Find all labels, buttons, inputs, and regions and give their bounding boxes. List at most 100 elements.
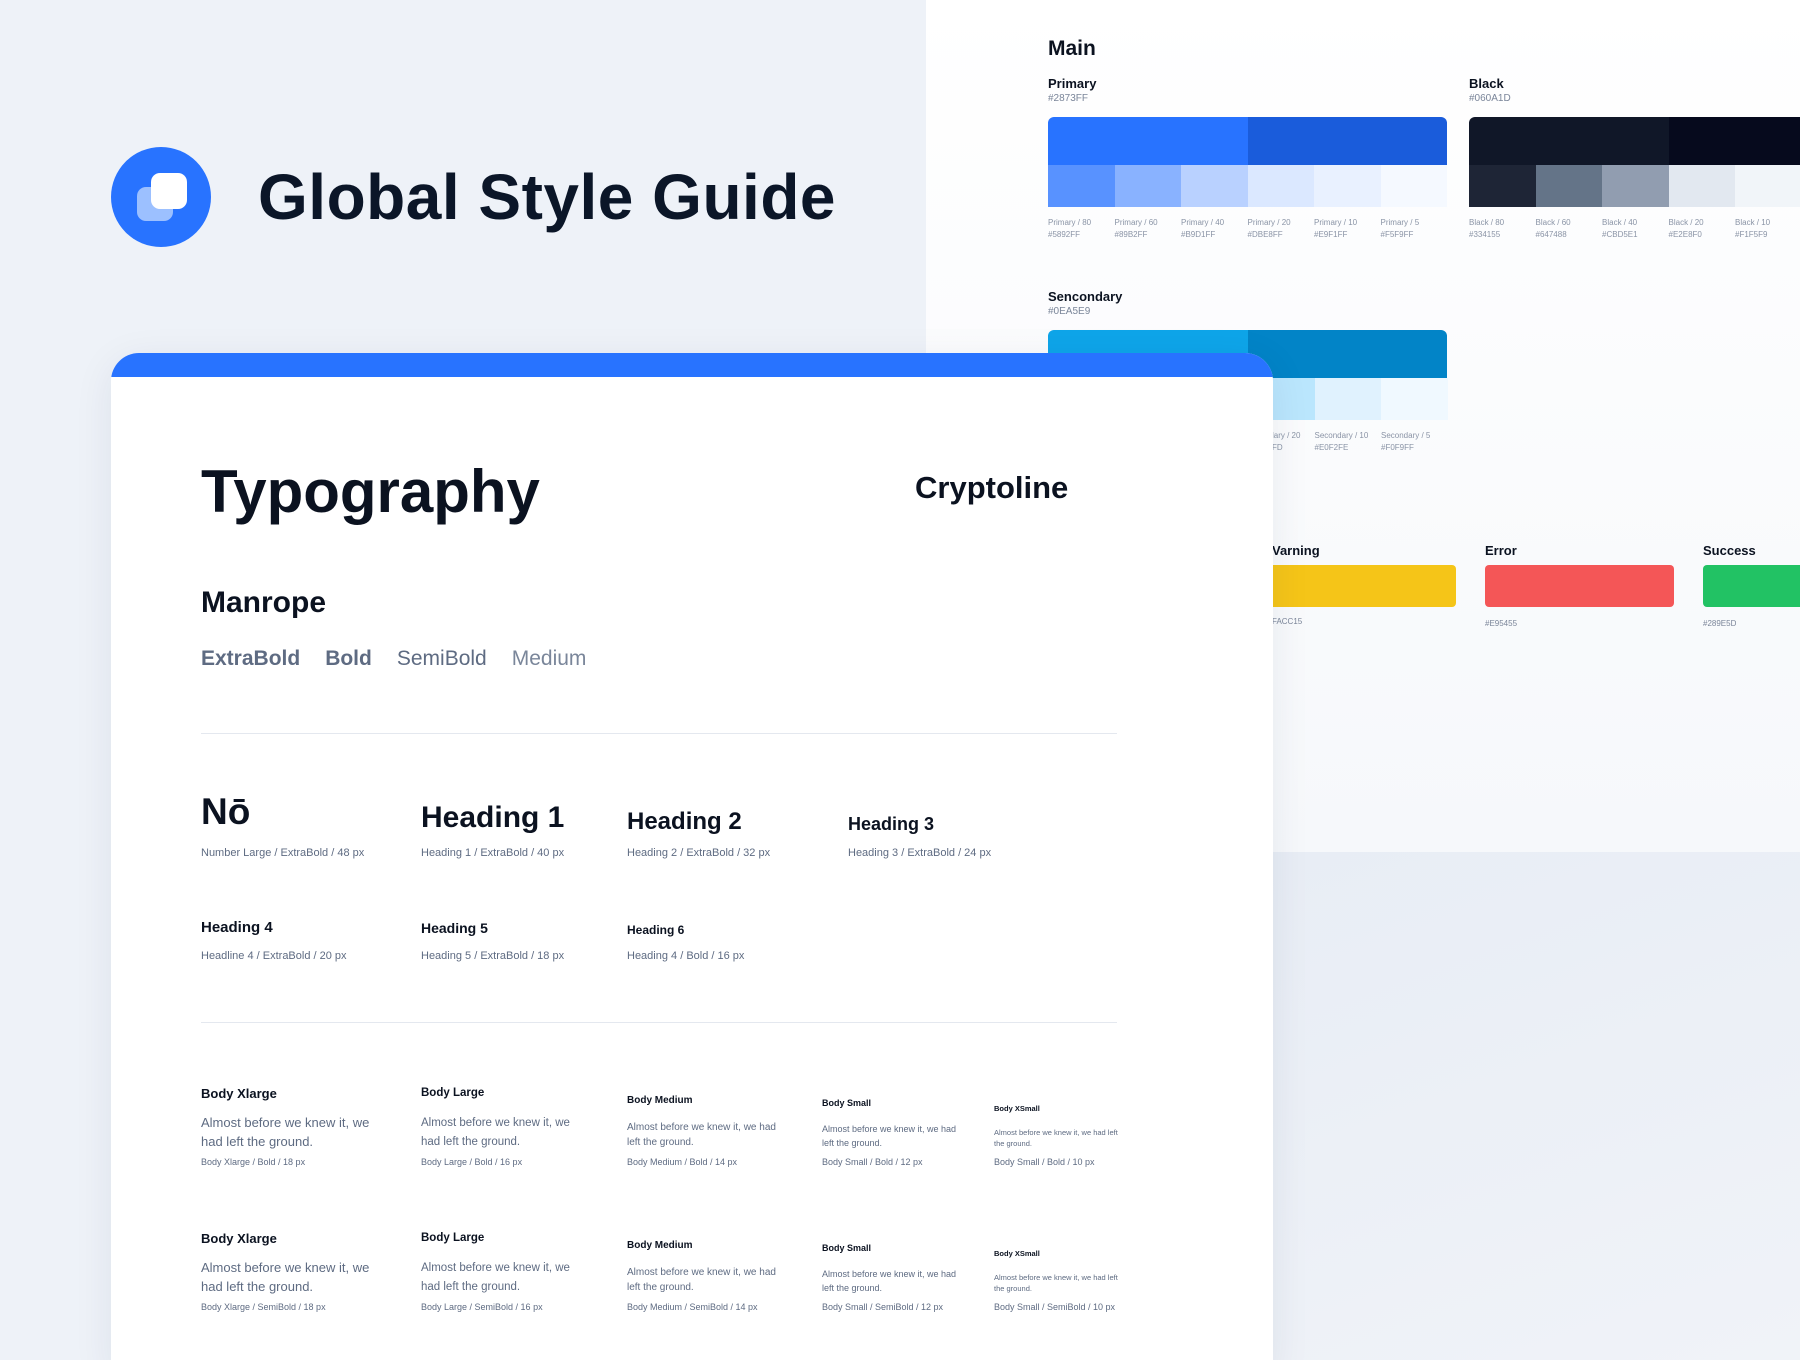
tint-label: Black / 40 #CBD5E1 bbox=[1602, 218, 1638, 239]
body-large-title: Body Large bbox=[421, 1232, 485, 1244]
error-hex: #E95455 bbox=[1485, 619, 1518, 628]
primary-tint-labels: Primary / 80 #5892FF Primary / 60 #89B2FF … bbox=[1048, 217, 1447, 241]
body-caption: Body Small / Bold / 10 px bbox=[994, 1157, 1095, 1167]
secondary-label: Sencondary bbox=[1048, 289, 1123, 304]
body-small-sample: Almost before we knew it, we had left th… bbox=[822, 1269, 957, 1293]
error-label: Error bbox=[1485, 543, 1517, 558]
panel-bottom-background bbox=[1272, 852, 1800, 1360]
body-caption: Body Xlarge / Bold / 18 px bbox=[201, 1157, 306, 1167]
body-caption: Body Large / SemiBold / 16 px bbox=[421, 1302, 543, 1312]
black-hex: #060A1D bbox=[1469, 93, 1511, 104]
error-swatch[interactable] bbox=[1485, 565, 1674, 607]
body-caption: Body Xlarge / SemiBold / 18 px bbox=[201, 1302, 326, 1312]
font-weights: ExtraBold Bold SemiBold Medium bbox=[201, 647, 586, 671]
specimen-caption: Heading 2 / ExtraBold / 32 px bbox=[627, 847, 771, 859]
black-base-swatch[interactable] bbox=[1469, 117, 1669, 165]
primary-80-swatch[interactable] bbox=[1048, 165, 1115, 207]
black-60-swatch[interactable] bbox=[1535, 165, 1602, 207]
black-tint-labels: Black / 80 #334155 Black / 60 #647488 Blac… bbox=[1469, 217, 1800, 241]
body-caption: Body Small / Bold / 12 px bbox=[822, 1157, 923, 1167]
logo-front-square bbox=[151, 173, 187, 209]
tint-label: Secondary / 5 #F0F9FF bbox=[1381, 431, 1431, 452]
body-small-sample: Almost before we knew it, we had left th… bbox=[822, 1124, 957, 1148]
success-label: Success bbox=[1703, 543, 1756, 558]
body-xsmall-title: Body XSmall bbox=[994, 1104, 1040, 1113]
black-tints bbox=[1469, 165, 1800, 207]
black-80-swatch[interactable] bbox=[1469, 165, 1536, 207]
body-xlarge-title: Body Xlarge bbox=[201, 1231, 277, 1246]
weight-extrabold: ExtraBold bbox=[201, 647, 301, 670]
body-large-sample: Almost before we knew it, we had left th… bbox=[421, 1262, 570, 1293]
body-xsmall-title: Body XSmall bbox=[994, 1249, 1040, 1258]
black-10-swatch[interactable] bbox=[1735, 165, 1800, 207]
success-swatch[interactable] bbox=[1703, 565, 1800, 607]
primary-5-swatch[interactable] bbox=[1380, 165, 1447, 207]
primary-20-swatch[interactable] bbox=[1247, 165, 1314, 207]
specimen-heading-4: Heading 4 bbox=[201, 919, 273, 936]
specimen-caption: Heading 1 / ExtraBold / 40 px bbox=[421, 847, 565, 859]
tint-label: Primary / 5 #F5F9FF bbox=[1380, 218, 1420, 239]
tint-label: lary / 20 FD bbox=[1272, 431, 1301, 452]
body-xlarge-sample: Almost before we knew it, we had left th… bbox=[201, 1260, 370, 1294]
body-caption: Body Small / SemiBold / 10 px bbox=[994, 1302, 1116, 1312]
tint-label: Black / 60 #647488 bbox=[1535, 218, 1571, 239]
specimen-heading-5: Heading 5 bbox=[421, 920, 488, 936]
tint-label: Secondary / 10 #E0F2FE bbox=[1314, 431, 1369, 452]
body-medium-sample: Almost before we knew it, we had left th… bbox=[627, 1122, 776, 1148]
secondary-tint-labels: lary / 20 FD Secondary / 10 #E0F2FE Second… bbox=[1272, 430, 1448, 454]
secondary-dark-swatch[interactable] bbox=[1248, 330, 1447, 378]
section-divider bbox=[201, 733, 1117, 734]
specimen-caption: Number Large / ExtraBold / 48 px bbox=[201, 847, 365, 859]
primary-40-swatch[interactable] bbox=[1181, 165, 1248, 207]
brand-name: Cryptoline bbox=[915, 470, 1069, 505]
typography-title: Typography bbox=[201, 458, 540, 525]
specimen-caption: Heading 5 / ExtraBold / 18 px bbox=[421, 950, 565, 962]
body-medium-title: Body Medium bbox=[627, 1240, 693, 1251]
specimen-caption: Heading 3 / ExtraBold / 24 px bbox=[848, 847, 992, 859]
primary-10-swatch[interactable] bbox=[1314, 165, 1381, 207]
body-xsmall-sample: Almost before we knew it, we had left th… bbox=[994, 1128, 1118, 1148]
primary-dark-swatch[interactable] bbox=[1248, 117, 1447, 165]
secondary-10-swatch[interactable] bbox=[1314, 378, 1381, 420]
body-small-title: Body Small bbox=[822, 1243, 872, 1253]
card-accent-band bbox=[111, 353, 1273, 377]
overlapping-squares-icon bbox=[111, 147, 211, 247]
body-caption: Body Medium / Bold / 14 px bbox=[627, 1157, 738, 1167]
tint-label: Primary / 80 #5892FF bbox=[1048, 218, 1092, 239]
main-colors-title: Main bbox=[1048, 37, 1096, 60]
tint-label: Black / 20 #E2E8F0 bbox=[1668, 218, 1704, 239]
body-small-title: Body Small bbox=[822, 1098, 872, 1108]
warning-swatch[interactable] bbox=[1272, 565, 1456, 607]
body-large-sample: Almost before we knew it, we had left th… bbox=[421, 1117, 570, 1148]
page-title: Global Style Guide bbox=[258, 161, 836, 233]
primary-60-swatch[interactable] bbox=[1114, 165, 1181, 207]
tint-label: Black / 10 #F1F5F9 bbox=[1735, 218, 1771, 239]
body-xlarge-title: Body Xlarge bbox=[201, 1086, 277, 1101]
weight-bold: Bold bbox=[325, 647, 372, 670]
weight-medium: Medium bbox=[511, 647, 587, 670]
tint-label: Primary / 20 #DBE8FF bbox=[1247, 218, 1291, 239]
body-large-title: Body Large bbox=[421, 1087, 485, 1099]
specimen-heading-1: Heading 1 bbox=[421, 801, 565, 834]
black-label: Black bbox=[1469, 76, 1504, 91]
body-medium-sample: Almost before we knew it, we had left th… bbox=[627, 1267, 776, 1293]
black-dark-swatch[interactable] bbox=[1669, 117, 1800, 165]
body-caption: Body Large / Bold / 16 px bbox=[421, 1157, 523, 1167]
black-20-swatch[interactable] bbox=[1668, 165, 1735, 207]
black-40-swatch[interactable] bbox=[1602, 165, 1669, 207]
body-xsmall-sample: Almost before we knew it, we had left th… bbox=[994, 1273, 1118, 1293]
tint-label: Primary / 40 #B9D1FF bbox=[1181, 218, 1225, 239]
font-family-name: Manrope bbox=[201, 586, 327, 619]
primary-label: Primary bbox=[1048, 76, 1097, 91]
primary-base-swatch[interactable] bbox=[1048, 117, 1248, 165]
specimen-heading-6: Heading 6 bbox=[627, 923, 685, 937]
specimen-heading-2: Heading 2 bbox=[627, 808, 742, 835]
specimen-number-large: Nō bbox=[201, 791, 251, 832]
tint-label: Black / 80 #334155 bbox=[1469, 218, 1505, 239]
secondary-5-swatch[interactable] bbox=[1381, 378, 1448, 420]
success-hex: #289E5D bbox=[1703, 619, 1737, 628]
primary-hex: #2873FF bbox=[1048, 93, 1089, 104]
typography-card: Typography Cryptoline Manrope ExtraBold … bbox=[111, 353, 1273, 1360]
section-divider bbox=[201, 1022, 1117, 1023]
primary-tints bbox=[1048, 165, 1447, 207]
